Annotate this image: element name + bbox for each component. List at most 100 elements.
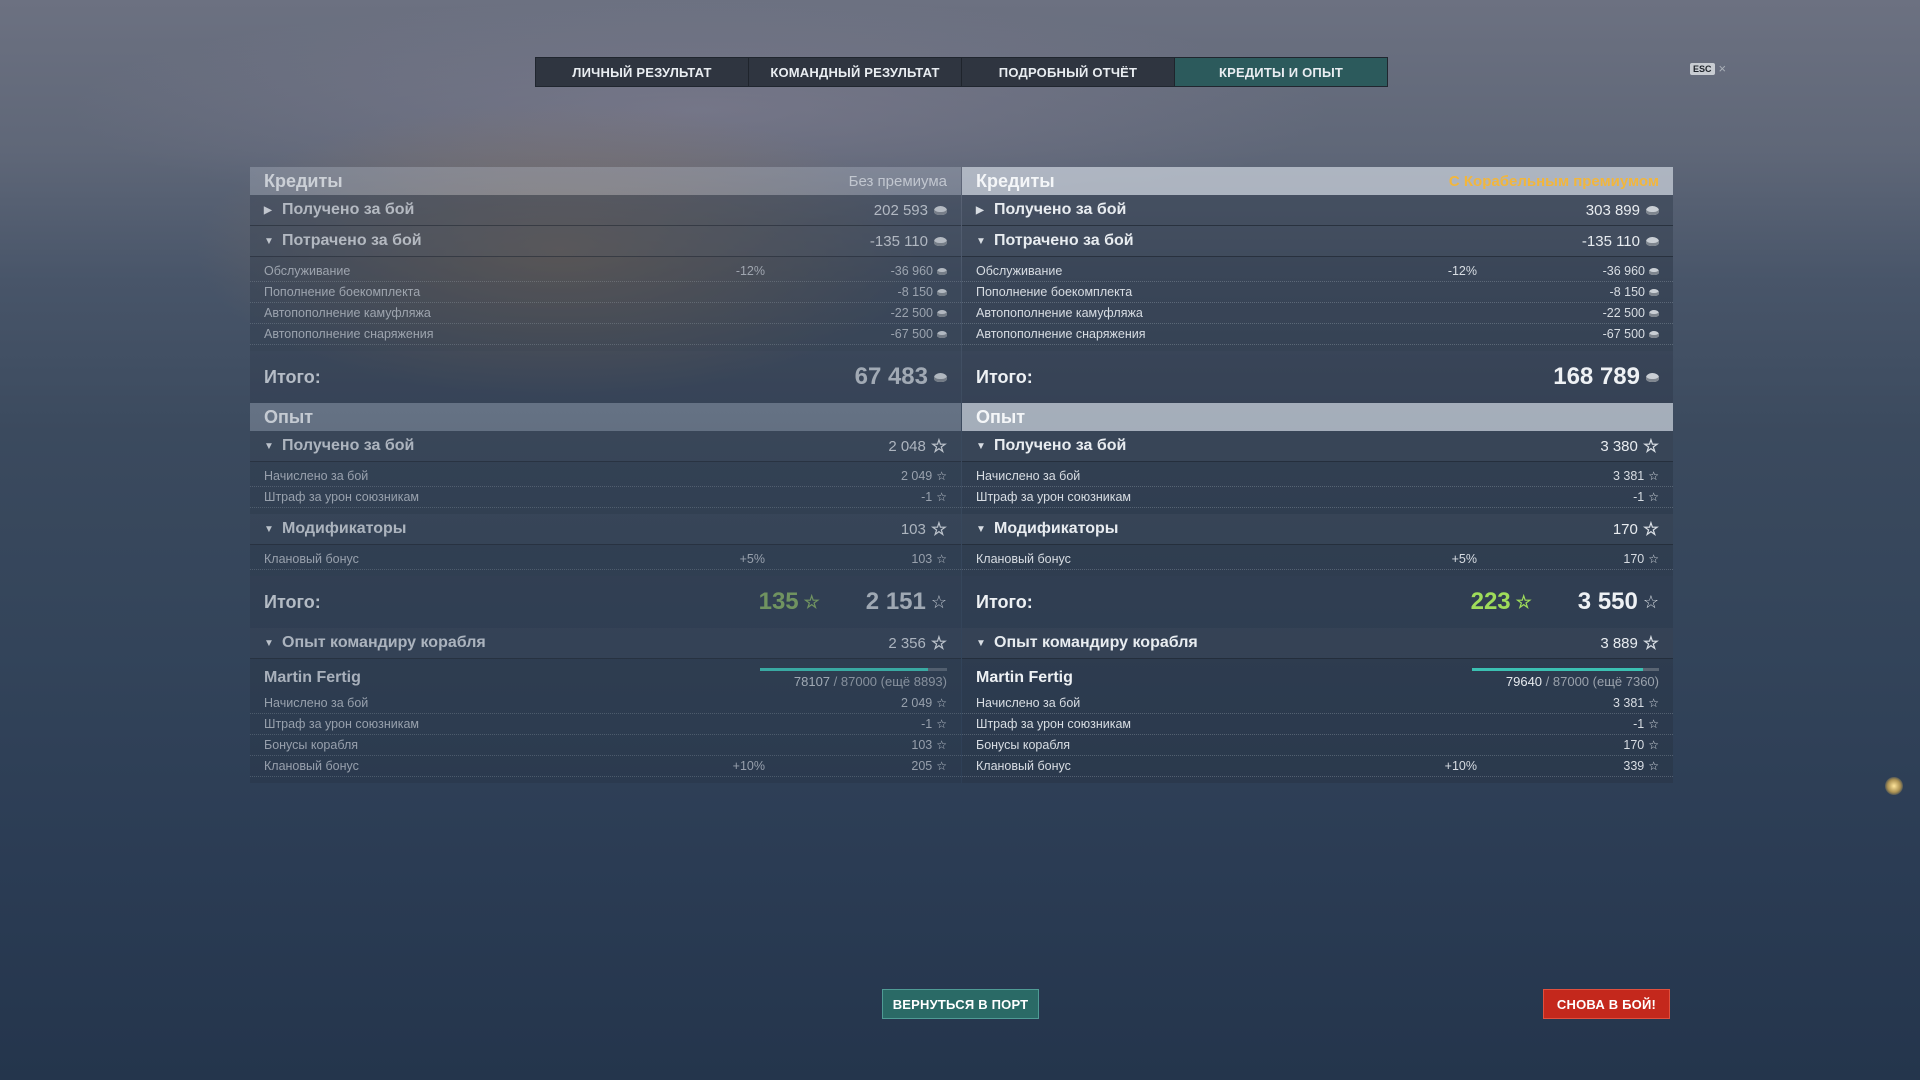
- total-label: Итого:: [264, 591, 321, 612]
- xp-header: Опыт: [962, 403, 1673, 431]
- free-xp-total: 135 ☆: [759, 588, 820, 616]
- credits-header: Кредиты Без премиума: [250, 167, 961, 195]
- xp-star-icon: ☆: [1642, 633, 1659, 653]
- commander-progress-fill: [1472, 667, 1644, 671]
- xp-received-row[interactable]: ▼ Получено за бой 3 380 ☆: [962, 431, 1673, 462]
- xp-star-icon: ☆: [1648, 696, 1659, 710]
- xp-modifiers-row[interactable]: ▼ Модификаторы 170 ☆: [962, 514, 1673, 545]
- credits-icon: [937, 267, 947, 275]
- xp-star-icon: ☆: [1648, 738, 1659, 752]
- detail-value: -22 500: [890, 306, 933, 320]
- credits-header: Кредиты С Корабельным премиумом: [962, 167, 1673, 195]
- credits-received-row[interactable]: ▶ Получено за бой 303 899: [962, 195, 1673, 226]
- row-label: Получено за бой: [994, 437, 1127, 454]
- detail-value: -1: [921, 717, 933, 731]
- tab-credits-and-xp[interactable]: КРЕДИТЫ И ОПЫТ: [1175, 58, 1387, 86]
- detail-row: Штраф за урон союзникам -1 ☆: [250, 487, 961, 508]
- detail-label: Клановый бонус: [976, 759, 1071, 773]
- credits-title: Кредиты: [264, 170, 343, 191]
- commander-name-row: Martin Fertig 79640 / 87000 (ещё 7360): [962, 663, 1673, 693]
- progress-rest: / 87000 (ещё 8893): [833, 673, 947, 689]
- row-value: -135 110: [1581, 232, 1640, 250]
- detail-row: Штраф за урон союзникам -1 ☆: [250, 714, 961, 735]
- ship-premium-panel: Кредиты С Корабельным премиумом ▶ Получе…: [962, 167, 1673, 783]
- commander-name: Martin Fertig: [976, 669, 1073, 686]
- collapse-arrow-icon[interactable]: ▼: [976, 638, 994, 649]
- detail-value: -36 960: [890, 264, 933, 278]
- detail-label: Клановый бонус: [264, 759, 359, 773]
- xp-received-details: Начислено за бой 3 381 ☆ Штраф за урон сою…: [962, 462, 1673, 514]
- expand-arrow-icon[interactable]: ▶: [264, 205, 282, 216]
- detail-value: 170: [1623, 552, 1645, 566]
- return-to-port-button[interactable]: ВЕРНУТЬСЯ В ПОРТ: [882, 989, 1039, 1019]
- row-value: -135 110: [869, 232, 928, 250]
- row-label: Опыт командиру корабля: [994, 634, 1198, 651]
- row-value: 103: [900, 520, 926, 538]
- tab-personal-result[interactable]: ЛИЧНЫЙ РЕЗУЛЬТАТ: [536, 58, 749, 86]
- detail-row: Клановый бонус +10% 339 ☆: [962, 756, 1673, 777]
- no-premium-panel: Кредиты Без премиума ▶ Получено за бой 2…: [250, 167, 961, 783]
- collapse-arrow-icon[interactable]: ▼: [976, 236, 994, 247]
- credits-spent-row[interactable]: ▼ Потрачено за бой -135 110: [962, 226, 1673, 257]
- xp-received-details: Начислено за бой 2 049 ☆ Штраф за урон сою…: [250, 462, 961, 514]
- row-label: Получено за бой: [994, 201, 1127, 218]
- detail-row: Автопополнение камуфляжа -22 500: [962, 303, 1673, 324]
- detail-label: Начислено за бой: [264, 469, 369, 483]
- row-value: 2 356: [888, 634, 926, 652]
- collapse-arrow-icon[interactable]: ▼: [264, 638, 282, 649]
- premium-status: Без премиума: [848, 172, 947, 190]
- detail-percent: +10%: [732, 759, 765, 773]
- commander-progress-bar: [1472, 667, 1659, 671]
- row-label: Модификаторы: [282, 520, 407, 537]
- free-xp-star-icon: ☆: [803, 592, 820, 612]
- commander-progress-text: 79640 / 87000 (ещё 7360): [1506, 674, 1659, 689]
- commander-xp-row[interactable]: ▼ Опыт командиру корабля 2 356 ☆: [250, 628, 961, 659]
- commander-xp-row[interactable]: ▼ Опыт командиру корабля 3 889 ☆: [962, 628, 1673, 659]
- esc-key-icon[interactable]: ESC: [1690, 62, 1715, 75]
- detail-value: -8 150: [897, 285, 933, 299]
- total-label: Итого:: [264, 366, 321, 387]
- credits-spent-row[interactable]: ▼ Потрачено за бой -135 110: [250, 226, 961, 257]
- battle-again-button[interactable]: СНОВА В БОЙ!: [1543, 989, 1670, 1019]
- credits-icon: [1646, 372, 1659, 382]
- commander-progress: 78107 / 87000 (ещё 8893): [760, 667, 947, 689]
- row-value: 2 048: [888, 437, 926, 455]
- xp-total-row: Итого: 223 ☆ 3 550 ☆: [962, 576, 1673, 628]
- credits-spent-details: Обслуживание -12% -36 960 Пополнение боеко…: [962, 257, 1673, 351]
- credits-icon: [937, 330, 947, 338]
- free-xp-value: 223: [1470, 588, 1511, 615]
- detail-percent: +10%: [1444, 759, 1477, 773]
- xp-modifier-details: Клановый бонус +5% 170 ☆: [962, 545, 1673, 576]
- detail-label: Штраф за урон союзникам: [976, 490, 1132, 504]
- xp-modifiers-row[interactable]: ▼ Модификаторы 103 ☆: [250, 514, 961, 545]
- close-icon[interactable]: ×: [1719, 61, 1727, 76]
- credits-spent-details: Обслуживание -12% -36 960 Пополнение боеко…: [250, 257, 961, 351]
- detail-value: 339: [1623, 759, 1645, 773]
- collapse-arrow-icon[interactable]: ▼: [264, 441, 282, 452]
- credits-total-value: 168 789: [1553, 363, 1640, 390]
- collapse-arrow-icon[interactable]: ▼: [264, 524, 282, 535]
- row-label: Потрачено за бой: [994, 232, 1134, 249]
- collapse-arrow-icon[interactable]: ▼: [976, 441, 994, 452]
- collapse-arrow-icon[interactable]: ▼: [976, 524, 994, 535]
- credits-received-row[interactable]: ▶ Получено за бой 202 593: [250, 195, 961, 226]
- tab-team-result[interactable]: КОМАНДНЫЙ РЕЗУЛЬТАТ: [749, 58, 962, 86]
- xp-star-icon: ☆: [1642, 519, 1659, 539]
- row-value: 303 899: [1585, 201, 1640, 219]
- xp-star-icon: ☆: [930, 519, 947, 539]
- detail-value: -8 150: [1609, 285, 1645, 299]
- tab-detailed-report[interactable]: ПОДРОБНЫЙ ОТЧЁТ: [962, 58, 1175, 86]
- expand-arrow-icon[interactable]: ▶: [976, 205, 994, 216]
- xp-received-row[interactable]: ▼ Получено за бой 2 048 ☆: [250, 431, 961, 462]
- collapse-arrow-icon[interactable]: ▼: [264, 236, 282, 247]
- detail-row: Бонусы корабля 170 ☆: [962, 735, 1673, 756]
- detail-label: Штраф за урон союзникам: [976, 717, 1132, 731]
- free-xp-value: 135: [758, 588, 799, 615]
- detail-row: Штраф за урон союзникам -1 ☆: [962, 487, 1673, 508]
- row-value: 170: [1612, 520, 1638, 538]
- detail-value: 3 381: [1612, 696, 1645, 710]
- free-xp-star-icon: ☆: [1515, 592, 1532, 612]
- close-control[interactable]: ESC ×: [1690, 61, 1726, 76]
- row-value: 202 593: [873, 201, 928, 219]
- xp-total-row: Итого: 135 ☆ 2 151 ☆: [250, 576, 961, 628]
